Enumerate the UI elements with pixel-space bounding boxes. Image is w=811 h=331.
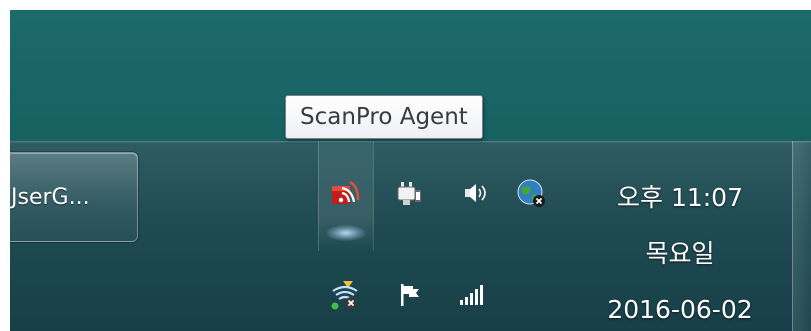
tray-tooltip: ScanPro Agent xyxy=(285,95,483,139)
power-plug-icon[interactable] xyxy=(393,176,427,210)
clock-date: 2016-06-02 xyxy=(607,295,753,324)
action-center-flag-icon[interactable] xyxy=(393,278,427,312)
taskbar-clock[interactable]: 오후 11:07 목요일 2016-06-02 xyxy=(580,170,780,331)
screen: JserG... 오후 11:07 목요일 2016-06-02 ScanPro… xyxy=(10,10,811,331)
tray-hover-glow xyxy=(326,225,366,241)
clock-weekday: 목요일 xyxy=(645,239,715,268)
taskbar-app-button-label: JserG... xyxy=(11,184,90,210)
show-desktop-button[interactable] xyxy=(792,141,811,331)
wireless-network-disconnected-icon[interactable] xyxy=(328,278,362,312)
tooltip-text: ScanPro Agent xyxy=(300,104,468,130)
signal-strength-icon[interactable] xyxy=(456,278,490,312)
speaker-volume-icon[interactable] xyxy=(458,176,492,210)
taskbar-app-button[interactable]: JserG... xyxy=(10,152,138,242)
scanpro-agent-icon[interactable] xyxy=(328,176,362,210)
network-globe-disconnected-icon[interactable] xyxy=(514,176,548,210)
clock-time: 오후 11:07 xyxy=(617,183,743,212)
